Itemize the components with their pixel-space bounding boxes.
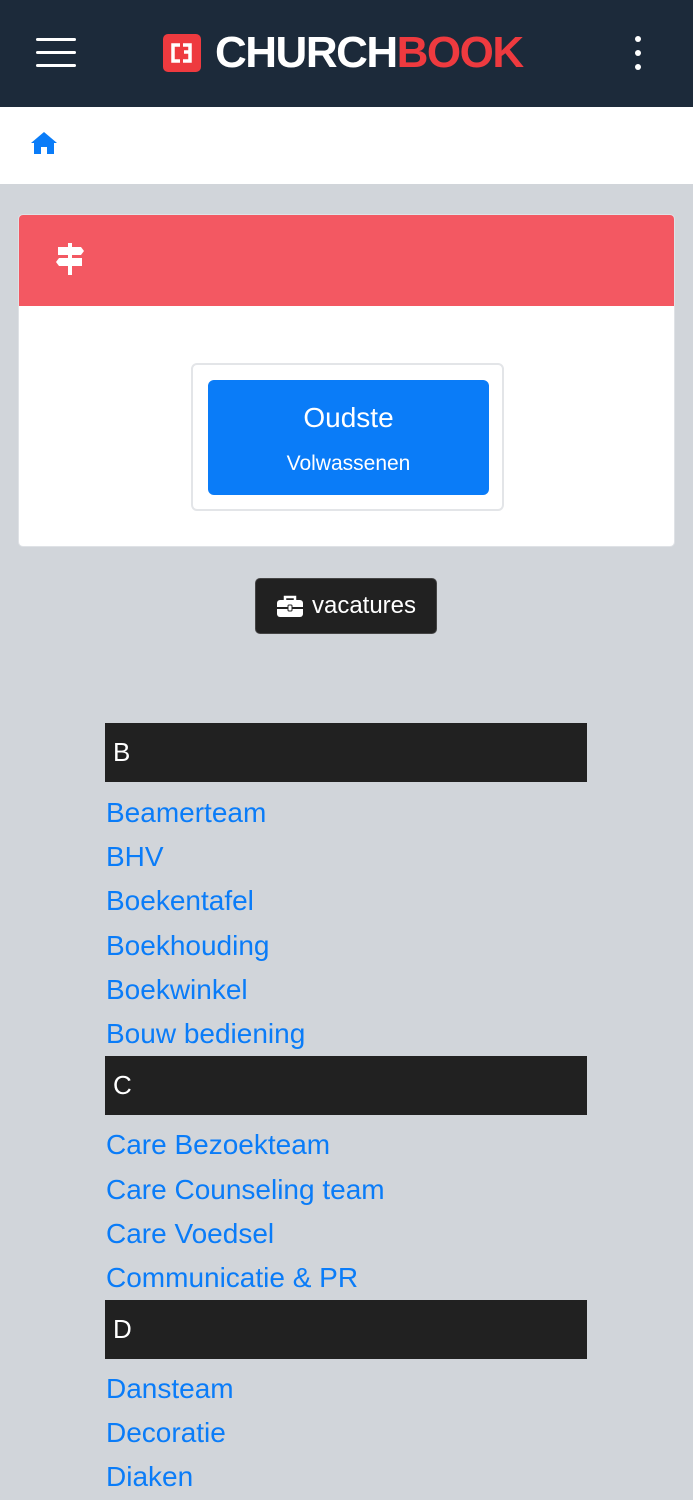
breadcrumb bbox=[0, 107, 693, 184]
team-link[interactable]: Boekhouding bbox=[106, 929, 269, 963]
team-link[interactable]: Care Counseling team bbox=[106, 1173, 385, 1207]
vertical-dots-icon[interactable] bbox=[630, 36, 646, 70]
logo-text: CHURCHBOOK bbox=[215, 28, 525, 77]
team-link[interactable]: Boekentafel bbox=[106, 884, 254, 918]
letter-header-c: C bbox=[105, 1056, 587, 1115]
team-link[interactable]: Communicatie & PR bbox=[106, 1261, 358, 1295]
team-link[interactable]: Boekwinkel bbox=[106, 973, 248, 1007]
team-link[interactable]: Care Voedsel bbox=[106, 1217, 274, 1251]
briefcase-icon bbox=[276, 595, 303, 617]
role-button-oudste[interactable]: Oudste Volwassenen bbox=[208, 380, 489, 495]
logo-text-white: CHURCH bbox=[215, 28, 398, 77]
role-subtitle: Volwassenen bbox=[286, 452, 411, 475]
signpost-icon bbox=[56, 243, 84, 275]
team-link[interactable]: BHV bbox=[106, 840, 164, 874]
top-app-bar: CHURCHBOOK bbox=[0, 0, 693, 107]
role-card-header bbox=[19, 215, 674, 306]
role-title: Oudste bbox=[303, 402, 394, 433]
team-link[interactable]: Decoratie bbox=[106, 1416, 226, 1450]
vacatures-label: vacatures bbox=[311, 592, 417, 619]
vacatures-button[interactable]: vacatures bbox=[255, 578, 437, 634]
team-link[interactable]: Care Bezoekteam bbox=[106, 1128, 330, 1162]
team-link[interactable]: Bouw bediening bbox=[106, 1017, 305, 1051]
role-option-box: Oudste Volwassenen bbox=[191, 363, 504, 511]
churchbook-logo[interactable]: CHURCHBOOK bbox=[163, 28, 525, 77]
letter-header-d: D bbox=[105, 1300, 587, 1359]
logo-text-red: BOOK bbox=[396, 28, 525, 77]
team-link[interactable]: Beamerteam bbox=[106, 796, 266, 830]
home-icon[interactable] bbox=[30, 130, 58, 156]
hamburger-icon[interactable] bbox=[36, 38, 76, 68]
letter-header-b: B bbox=[105, 723, 587, 782]
team-link[interactable]: Dansteam bbox=[106, 1372, 234, 1406]
logo-mark-icon bbox=[163, 34, 201, 72]
role-card: Oudste Volwassenen bbox=[18, 214, 675, 547]
team-link[interactable]: Diaken bbox=[106, 1460, 193, 1494]
